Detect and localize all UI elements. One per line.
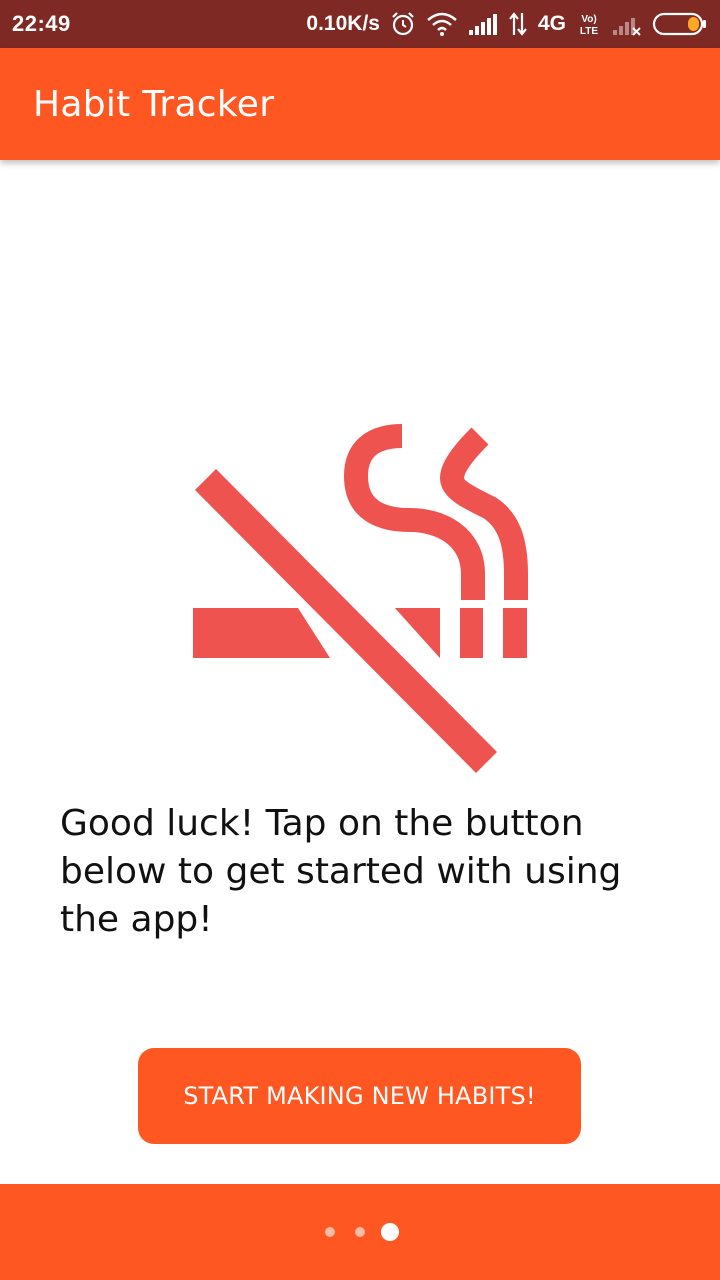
- status-bar: 22:49 0.10K/s 4G Vo) LTE: [0, 0, 720, 48]
- no-smoking-icon: [193, 424, 528, 773]
- page-indicator-dot-2[interactable]: [355, 1227, 365, 1237]
- wifi-icon: [426, 11, 458, 37]
- data-arrows-icon: [508, 11, 528, 37]
- battery-icon: [652, 11, 708, 37]
- svg-text:LTE: LTE: [580, 26, 598, 37]
- page-indicator-dot-3-active[interactable]: [381, 1223, 399, 1241]
- svg-text:Vo): Vo): [581, 14, 596, 25]
- network-speed: 0.10K/s: [306, 12, 380, 35]
- alarm-icon: [390, 11, 416, 37]
- status-time: 22:49: [12, 11, 71, 36]
- page-indicator-dot-1[interactable]: [325, 1227, 335, 1237]
- start-habits-button[interactable]: START MAKING NEW HABITS!: [138, 1048, 581, 1144]
- no-signal-icon: [612, 12, 642, 36]
- app-title: Habit Tracker: [33, 83, 275, 125]
- signal-icon: [468, 12, 498, 36]
- volte-icon: Vo) LTE: [576, 11, 602, 37]
- app-bar: Habit Tracker: [0, 48, 720, 160]
- status-icons: 0.10K/s 4G Vo) LTE: [306, 11, 708, 37]
- network-type: 4G: [537, 12, 566, 35]
- welcome-message: Good luck! Tap on the button below to ge…: [60, 803, 622, 940]
